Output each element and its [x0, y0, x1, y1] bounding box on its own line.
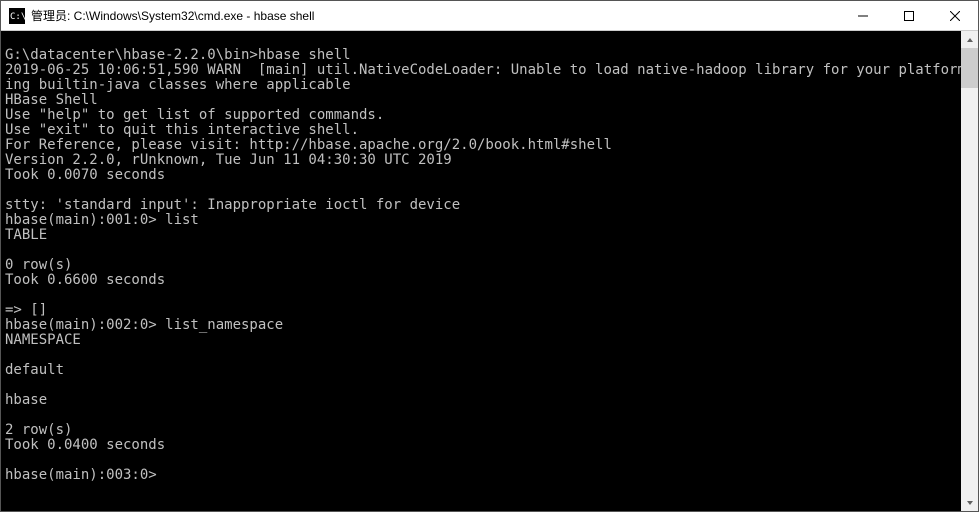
scroll-down-button[interactable] — [961, 494, 978, 511]
close-button[interactable] — [932, 1, 978, 30]
scrollbar[interactable] — [961, 31, 978, 511]
scroll-thumb[interactable] — [961, 48, 978, 88]
terminal-output[interactable]: G:\datacenter\hbase-2.2.0\bin>hbase shel… — [1, 31, 961, 511]
svg-text:C:\: C:\ — [10, 12, 25, 22]
scroll-up-button[interactable] — [961, 31, 978, 48]
window-controls — [840, 1, 978, 30]
scroll-track[interactable] — [961, 48, 978, 494]
minimize-button[interactable] — [840, 1, 886, 30]
titlebar: C:\ 管理员: C:\Windows\System32\cmd.exe - h… — [1, 1, 978, 31]
terminal: G:\datacenter\hbase-2.2.0\bin>hbase shel… — [1, 31, 978, 511]
cmd-icon: C:\ — [9, 8, 25, 24]
window-title: 管理员: C:\Windows\System32\cmd.exe - hbase… — [31, 7, 840, 24]
maximize-button[interactable] — [886, 1, 932, 30]
